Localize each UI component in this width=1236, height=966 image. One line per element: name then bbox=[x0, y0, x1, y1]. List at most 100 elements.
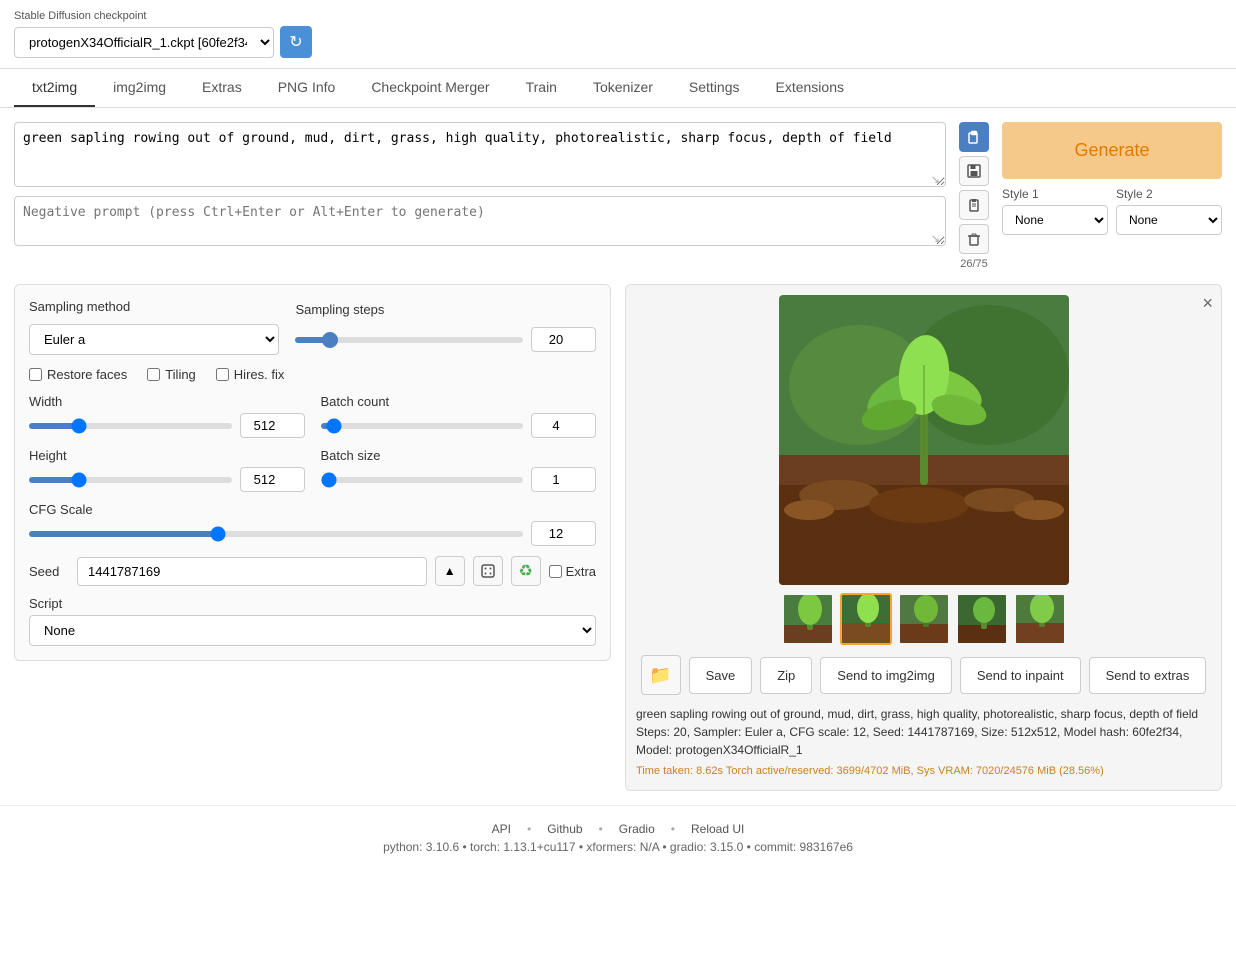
style-row: Style 1 None Style 2 None bbox=[1002, 187, 1222, 235]
cfg-scale-group: CFG Scale bbox=[29, 502, 596, 546]
hires-fix-checkbox[interactable] bbox=[216, 368, 229, 381]
height-group: Height bbox=[29, 448, 305, 492]
image-output-panel: × bbox=[625, 284, 1222, 791]
positive-prompt-input[interactable]: green sapling rowing out of ground, mud,… bbox=[14, 122, 946, 187]
generate-section: Generate Style 1 None Style 2 None bbox=[1002, 122, 1222, 270]
left-column: Sampling method Euler a Sampling steps bbox=[14, 284, 611, 791]
tab-train[interactable]: Train bbox=[508, 69, 575, 107]
send-to-extras-button[interactable]: Send to extras bbox=[1089, 657, 1207, 694]
action-buttons-row: 📁 Save Zip Send to img2img Send to inpai… bbox=[636, 655, 1211, 695]
open-folder-button[interactable]: 📁 bbox=[641, 655, 681, 695]
reload-ui-link[interactable]: Reload UI bbox=[691, 822, 744, 836]
tab-checkpoint-merger[interactable]: Checkpoint Merger bbox=[353, 69, 507, 107]
folder-icon: 📁 bbox=[649, 665, 671, 686]
refresh-checkpoint-button[interactable]: ↻ bbox=[280, 26, 312, 58]
thumb1-svg bbox=[784, 595, 834, 645]
thumb4-svg bbox=[958, 595, 1008, 645]
width-label: Width bbox=[29, 394, 62, 409]
extra-checkbox[interactable] bbox=[549, 565, 562, 578]
send-to-inpaint-button[interactable]: Send to inpaint bbox=[960, 657, 1081, 694]
save-icon bbox=[967, 164, 981, 178]
batch-size-slider[interactable] bbox=[321, 477, 524, 483]
generate-button[interactable]: Generate bbox=[1002, 122, 1222, 179]
save-button[interactable]: Save bbox=[689, 657, 753, 694]
batch-size-input[interactable] bbox=[531, 467, 596, 492]
height-slider[interactable] bbox=[29, 477, 232, 483]
style2-group: Style 2 None bbox=[1116, 187, 1222, 235]
width-input[interactable] bbox=[240, 413, 305, 438]
main-image-display bbox=[636, 295, 1211, 585]
checkpoint-label: Stable Diffusion checkpoint bbox=[14, 10, 312, 22]
tiling-checkbox[interactable] bbox=[147, 368, 160, 381]
tab-extensions[interactable]: Extensions bbox=[758, 69, 862, 107]
checkpoint-select[interactable]: protogenX34OfficialR_1.ckpt [60fe2f34] bbox=[14, 27, 274, 58]
width-slider[interactable] bbox=[29, 423, 232, 429]
footer-links: API • Github • Gradio • Reload UI bbox=[16, 822, 1220, 836]
seed-input[interactable]: 1441787169 bbox=[77, 557, 427, 586]
script-label: Script bbox=[29, 596, 596, 611]
clipboard-icon bbox=[967, 198, 981, 212]
right-column: × bbox=[625, 284, 1222, 791]
width-group: Width bbox=[29, 394, 305, 438]
clipboard-button[interactable] bbox=[959, 190, 989, 220]
trash-icon bbox=[967, 232, 981, 246]
restore-faces-checkbox[interactable] bbox=[29, 368, 42, 381]
thumbnail-1[interactable] bbox=[782, 593, 834, 645]
thumbnail-4[interactable] bbox=[956, 593, 1008, 645]
tab-settings[interactable]: Settings bbox=[671, 69, 758, 107]
batch-count-slider[interactable] bbox=[321, 423, 524, 429]
close-image-button[interactable]: × bbox=[1202, 293, 1213, 314]
tab-img2img[interactable]: img2img bbox=[95, 69, 184, 107]
style2-label: Style 2 bbox=[1116, 187, 1222, 201]
height-input[interactable] bbox=[240, 467, 305, 492]
script-row: Script None bbox=[29, 596, 596, 646]
trash-button[interactable] bbox=[959, 224, 989, 254]
output-steps-text: Steps: 20, Sampler: Euler a, CFG scale: … bbox=[636, 723, 1211, 759]
style1-select[interactable]: None bbox=[1002, 205, 1108, 235]
style1-group: Style 1 None bbox=[1002, 187, 1108, 235]
tiling-checkbox-label[interactable]: Tiling bbox=[147, 367, 196, 382]
seed-up-button[interactable]: ▲ bbox=[435, 556, 465, 586]
cfg-scale-slider[interactable] bbox=[29, 531, 523, 537]
save-styles-button[interactable] bbox=[959, 156, 989, 186]
api-link[interactable]: API bbox=[492, 822, 511, 836]
output-prompt-text: green sapling rowing out of ground, mud,… bbox=[636, 705, 1211, 723]
footer: API • Github • Gradio • Reload UI python… bbox=[0, 805, 1236, 870]
seed-dice-button[interactable] bbox=[473, 556, 503, 586]
tab-extras[interactable]: Extras bbox=[184, 69, 260, 107]
seed-recycle-button[interactable]: ♻ bbox=[511, 556, 541, 586]
controls-panel: Sampling method Euler a Sampling steps bbox=[14, 284, 611, 661]
thumbnail-3[interactable] bbox=[898, 593, 950, 645]
send-to-img2img-button[interactable]: Send to img2img bbox=[820, 657, 952, 694]
two-col-layout: Sampling method Euler a Sampling steps bbox=[14, 284, 1222, 791]
tab-tokenizer[interactable]: Tokenizer bbox=[575, 69, 671, 107]
checkboxes-row: Restore faces Tiling Hires. fix bbox=[29, 367, 596, 382]
extra-checkbox-label[interactable]: Extra bbox=[549, 564, 596, 579]
sampling-steps-input[interactable] bbox=[531, 327, 596, 352]
output-timing-text: Time taken: 8.62s Torch active/reserved:… bbox=[636, 763, 1211, 780]
gradio-link[interactable]: Gradio bbox=[619, 822, 655, 836]
extra-label: Extra bbox=[566, 564, 596, 579]
dice-icon bbox=[480, 563, 496, 579]
restore-faces-label: Restore faces bbox=[47, 367, 127, 382]
hires-fix-checkbox-label[interactable]: Hires. fix bbox=[216, 367, 285, 382]
sampling-steps-slider[interactable] bbox=[295, 337, 523, 343]
token-counter: 26/75 bbox=[960, 258, 988, 270]
plant-svg bbox=[779, 295, 1069, 585]
negative-prompt-input[interactable] bbox=[14, 196, 946, 246]
sampling-method-select[interactable]: Euler a bbox=[29, 324, 279, 355]
script-select[interactable]: None bbox=[29, 615, 596, 646]
zip-button[interactable]: Zip bbox=[760, 657, 812, 694]
tab-png-info[interactable]: PNG Info bbox=[260, 69, 354, 107]
paste-styles-button[interactable] bbox=[959, 122, 989, 152]
thumbnail-5[interactable] bbox=[1014, 593, 1066, 645]
thumbnail-2[interactable] bbox=[840, 593, 892, 645]
cfg-scale-input[interactable] bbox=[531, 521, 596, 546]
tab-txt2img[interactable]: txt2img bbox=[14, 69, 95, 107]
main-content: green sapling rowing out of ground, mud,… bbox=[0, 108, 1236, 805]
restore-faces-checkbox-label[interactable]: Restore faces bbox=[29, 367, 127, 382]
footer-sep2: • bbox=[599, 822, 603, 836]
style2-select[interactable]: None bbox=[1116, 205, 1222, 235]
github-link[interactable]: Github bbox=[547, 822, 582, 836]
batch-count-input[interactable] bbox=[531, 413, 596, 438]
